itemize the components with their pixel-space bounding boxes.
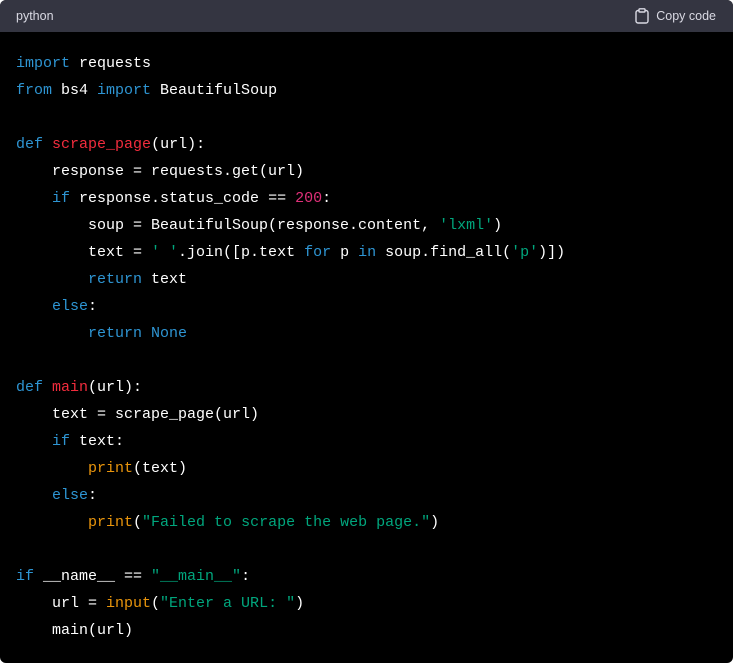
code-token: bs4 [52, 82, 98, 99]
code-token: (text) [133, 460, 188, 477]
code-token: url = [16, 595, 107, 612]
code-token: ( [151, 595, 161, 612]
code-block-header: python Copy code [0, 0, 733, 32]
code-token: .join([p.text [178, 244, 305, 261]
code-token: (url): [151, 136, 206, 153]
code-line: if text: [16, 428, 717, 455]
code-line: import requests [16, 50, 717, 77]
language-label: python [16, 9, 54, 23]
code-line: soup = BeautifulSoup(response.content, '… [16, 212, 717, 239]
code-token: : [88, 487, 98, 504]
code-token: main(url) [16, 622, 134, 639]
code-line: main(url) [16, 617, 717, 644]
clipboard-icon [635, 8, 649, 24]
code-token: requests [70, 55, 152, 72]
code-line: def scrape_page(url): [16, 131, 717, 158]
code-token: import [97, 82, 152, 99]
code-token: input [106, 595, 152, 612]
code-line: text = scrape_page(url) [16, 401, 717, 428]
code-line: from bs4 import BeautifulSoup [16, 77, 717, 104]
code-token: 200 [295, 190, 323, 207]
code-token: for [304, 244, 332, 261]
code-token: ' ' [151, 244, 179, 261]
code-token: print [88, 514, 134, 531]
code-token: : [241, 568, 251, 585]
code-token: (url): [88, 379, 143, 396]
code-token: response = requests.get(url) [16, 163, 305, 180]
code-token: soup = BeautifulSoup(response.content, [16, 217, 440, 234]
code-token: "Failed to scrape the web page." [142, 514, 431, 531]
code-token: else [52, 487, 89, 504]
code-token: if [52, 433, 71, 450]
code-token: if [52, 190, 71, 207]
code-token: text [142, 271, 188, 288]
code-token: scrape_page [52, 136, 152, 153]
code-token: soup.find_all( [376, 244, 512, 261]
code-line: if response.status_code == 200: [16, 185, 717, 212]
code-token: if [16, 568, 35, 585]
code-token: text: [70, 433, 125, 450]
code-token: 'lxml' [439, 217, 494, 234]
code-token: 'p' [511, 244, 539, 261]
code-token: import [16, 55, 71, 72]
code-token: ) [430, 514, 440, 531]
code-token: ( [133, 514, 143, 531]
code-block: python Copy code import requests from bs4… [0, 0, 733, 663]
code-token: in [358, 244, 377, 261]
code-token: ) [493, 217, 503, 234]
code-token: : [88, 298, 98, 315]
copy-code-label: Copy code [656, 9, 716, 23]
copy-code-button[interactable]: Copy code [635, 8, 716, 24]
code-token: else [52, 298, 89, 315]
code-line: return None [16, 320, 717, 347]
code-token: response.status_code == [70, 190, 296, 207]
code-line: else: [16, 482, 717, 509]
code-line: if __name__ == "__main__": [16, 563, 717, 590]
code-token: return [88, 271, 143, 288]
code-line: text = ' '.join([p.text for p in soup.fi… [16, 239, 717, 266]
code-token: BeautifulSoup [151, 82, 278, 99]
code-token: main [52, 379, 89, 396]
code-token: print [88, 460, 134, 477]
code-token: p [331, 244, 359, 261]
code-content[interactable]: import requests from bs4 import Beautiful… [0, 32, 733, 644]
code-line: def main(url): [16, 374, 717, 401]
code-token: from [16, 82, 53, 99]
code-token: "__main__" [151, 568, 242, 585]
code-line: print("Failed to scrape the web page.") [16, 509, 717, 536]
code-line: url = input("Enter a URL: ") [16, 590, 717, 617]
code-token: ) [295, 595, 305, 612]
code-token: text = [16, 244, 152, 261]
code-line: response = requests.get(url) [16, 158, 717, 185]
code-line: return text [16, 266, 717, 293]
code-token: return [88, 325, 143, 342]
code-line: print(text) [16, 455, 717, 482]
code-token: def [16, 136, 44, 153]
code-token: def [16, 379, 44, 396]
code-line: else: [16, 293, 717, 320]
code-token: )]) [538, 244, 566, 261]
code-token: text = scrape_page(url) [16, 406, 260, 423]
code-token: None [151, 325, 188, 342]
code-token: "Enter a URL: " [160, 595, 296, 612]
code-token: __name__ == [34, 568, 152, 585]
code-token: : [322, 190, 332, 207]
